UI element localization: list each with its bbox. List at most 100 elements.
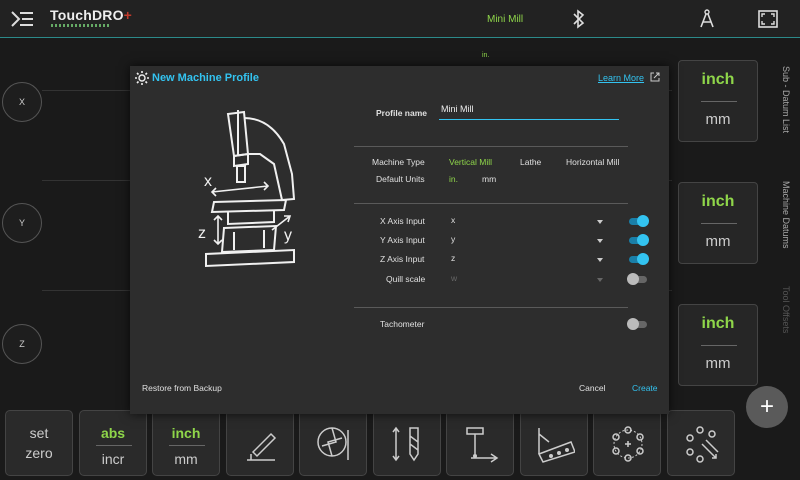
chevron-down-icon [597, 220, 603, 224]
unit-primary: inch [701, 193, 735, 210]
incr-label: incr [101, 451, 125, 467]
bolt-circle-arc-icon [686, 426, 719, 463]
end-mill-icon [317, 427, 349, 460]
x-axis-toggle[interactable] [627, 215, 649, 227]
bolt-circle-button[interactable] [593, 410, 661, 476]
tachometer-toggle[interactable] [627, 318, 649, 330]
external-link-icon[interactable] [650, 72, 660, 82]
tachometer-label: Tachometer [380, 319, 425, 329]
drill-length-icon [392, 426, 419, 462]
set-zero-line2: zero [25, 445, 53, 461]
new-machine-profile-dialog: New Machine Profile Learn More x z y Pro… [130, 66, 669, 414]
machine-type-lathe[interactable]: Lathe [520, 157, 541, 167]
units-option-mm[interactable]: mm [482, 174, 496, 184]
tool-length-button[interactable] [373, 410, 441, 476]
compass-icon[interactable] [698, 9, 716, 29]
bolt-circle-icon [612, 426, 644, 462]
unit-secondary: mm [705, 111, 731, 128]
unit-separator [701, 101, 737, 102]
tool-diameter-button[interactable] [299, 410, 367, 476]
angled-holes-icon [537, 428, 575, 463]
chevron-down-icon [597, 278, 603, 282]
unit-toggle-y[interactable]: inch mm [678, 182, 758, 264]
diagram-y-label: y [284, 227, 292, 244]
top-bar: TouchDRO+ Mini Mill [0, 0, 800, 38]
axis-button-x[interactable]: X [2, 82, 42, 122]
set-zero-button[interactable]: set zero [5, 410, 73, 476]
y-axis-input-select[interactable]: y [451, 234, 603, 248]
tab-tool-offsets[interactable]: Tool Offsets [772, 280, 800, 340]
x-axis-input-select[interactable]: x [451, 215, 603, 229]
x-axis-input-label: X Axis Input [380, 216, 425, 226]
restore-from-backup-button[interactable]: Restore from Backup [142, 383, 222, 393]
units-option-inch[interactable]: in. [449, 174, 458, 184]
set-zero-line1: set [29, 425, 49, 441]
inch-label: inch [171, 425, 201, 441]
machine-type-label: Machine Type [372, 157, 425, 167]
abs-incr-button[interactable]: abs incr [79, 410, 147, 476]
section-divider [354, 307, 628, 308]
quill-scale-value: w [451, 273, 458, 283]
gear-icon [135, 71, 149, 85]
y-axis-input-value: y [451, 234, 456, 244]
tab-sub-datum-list[interactable]: Sub - Datum List [772, 60, 800, 140]
create-button[interactable]: Create [632, 383, 658, 393]
fullscreen-icon[interactable] [758, 10, 778, 28]
learn-more-link[interactable]: Learn More [598, 73, 644, 83]
abs-label: abs [100, 425, 126, 441]
vertical-mill-diagram: x z y [198, 110, 296, 268]
axis-button-y[interactable]: Y [2, 203, 42, 243]
quill-scale-select[interactable]: w [451, 273, 603, 287]
z-axis-input-value: z [451, 253, 456, 263]
quill-scale-label: Quill scale [386, 274, 426, 284]
unit-toggle-x[interactable]: inch mm [678, 60, 758, 142]
machine-type-vertical-mill[interactable]: Vertical Mill [449, 157, 492, 167]
profile-name-label: Profile name [376, 108, 428, 118]
app-root: TouchDRO+ Mini Mill in. X Y Z inch mm in… [0, 0, 800, 480]
tab-machine-datums[interactable]: Machine Datums [772, 170, 800, 260]
machine-type-horizontal-mill[interactable]: Horizontal Mill [566, 157, 619, 167]
z-axis-input-label: Z Axis Input [380, 254, 425, 264]
active-profile-name[interactable]: Mini Mill [487, 14, 523, 25]
app-logo: TouchDRO+ [50, 7, 133, 23]
logo-subtitle-graphic [51, 24, 111, 27]
unit-toggle-z[interactable]: inch mm [678, 304, 758, 386]
angle-hole-button[interactable] [520, 410, 588, 476]
unit-separator [701, 223, 737, 224]
y-axis-toggle[interactable] [627, 234, 649, 246]
dialog-title: New Machine Profile [152, 72, 259, 84]
toolbar-separator [169, 445, 205, 446]
section-divider [354, 146, 628, 147]
diagram-x-label: x [204, 173, 212, 190]
z-axis-toggle[interactable] [627, 253, 649, 265]
background-unit-hint: in. [482, 52, 490, 59]
diagram-z-label: z [198, 225, 206, 242]
axis-button-z[interactable]: Z [2, 324, 42, 364]
chevron-down-icon [597, 239, 603, 243]
edge-finder-icon [247, 432, 277, 461]
profile-name-input[interactable]: Mini Mill [439, 104, 619, 120]
probe-icon [466, 427, 499, 463]
bluetooth-icon[interactable] [572, 9, 586, 29]
bolt-circle-arc-button[interactable] [667, 410, 735, 476]
x-axis-input-value: x [451, 215, 456, 225]
section-divider [354, 203, 628, 204]
y-axis-input-label: Y Axis Input [380, 235, 425, 245]
menu-icon[interactable] [10, 10, 34, 28]
unit-primary: inch [701, 71, 735, 88]
quill-scale-toggle[interactable] [627, 273, 649, 285]
mm-label: mm [174, 451, 198, 467]
toolbar-separator [96, 445, 132, 446]
probe-button[interactable] [446, 410, 514, 476]
inch-mm-button[interactable]: inch mm [152, 410, 220, 476]
z-axis-input-select[interactable]: z [451, 253, 603, 267]
cancel-button[interactable]: Cancel [579, 383, 605, 393]
chevron-down-icon [597, 258, 603, 262]
unit-separator [701, 345, 737, 346]
default-units-label: Default Units [376, 174, 425, 184]
unit-secondary: mm [705, 355, 731, 372]
unit-secondary: mm [705, 233, 731, 250]
unit-primary: inch [701, 315, 735, 332]
add-button[interactable]: + [746, 386, 788, 428]
edge-finder-button[interactable] [226, 410, 294, 476]
